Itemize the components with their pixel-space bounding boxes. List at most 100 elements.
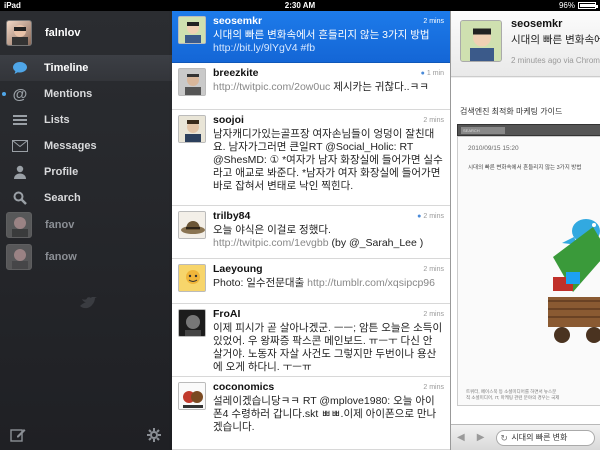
compose-icon[interactable] (10, 427, 26, 448)
avatar (178, 16, 206, 44)
avatar (178, 115, 206, 143)
webpage-date: 2010/09/15 15:20 (468, 145, 519, 152)
tweet-text: 설레이겠습니당ㅋㅋ RT @mplove1980: 오늘 아이폰4 수령하러 갑… (213, 395, 437, 433)
webpage-search-bar[interactable]: SEARCH (457, 124, 600, 136)
forward-arrow-icon[interactable]: ▶ (477, 432, 485, 443)
tweet-text: 이제 피시가 곧 살아나겠군. ㅡㅡ; 암튼 오늘은 소득이 있었어. 우 왕짜… (213, 322, 443, 373)
tweet-username[interactable]: soojoi (213, 114, 444, 127)
tweet-username[interactable]: Laeyoung (213, 263, 444, 276)
avatar (178, 264, 206, 292)
webpage-subtitle: 시대의 빠른 변화속에서 흔들리지 않는 3가지 방법 (468, 165, 582, 171)
sidebar-item-mentions[interactable]: @ Mentions (0, 81, 172, 107)
tweet-time: 2 mins (423, 18, 444, 25)
tweet-text: http://twitpic.com/2ow0uc 제시카는 귀찮다..ㅋㅋ (213, 81, 429, 93)
unread-dot (2, 92, 6, 96)
account-name: fanov (45, 219, 75, 231)
tweet-row[interactable]: 2 mins Laeyoung Photo: 일수전문대출 http://tum… (172, 259, 450, 304)
avatar (6, 244, 32, 270)
avatar (178, 309, 206, 337)
timeline-list[interactable]: 2 mins seosemkr 시대의 빠른 변화속에서 흔들리지 않는 3가지… (172, 11, 450, 450)
sidebar-item-label: Search (44, 192, 81, 204)
browser-toolbar: ◀ ▶ ↻ 시대의 빠른 변화 (451, 424, 600, 450)
webpage-title: 검색엔진 최적화 마케팅 가이드 (460, 107, 563, 116)
tweet-text: 남자캐디가있는골프장 여자손님들이 엉덩이 잘친대요. 남자가그러면 큰일RT … (213, 128, 443, 192)
account-switch-fanov[interactable]: fanov (0, 211, 172, 239)
tweet-link[interactable]: http://tumblr.com/xqsipcp96 (307, 277, 435, 289)
avatar (178, 68, 206, 96)
clock: 2:30 AM (284, 1, 316, 10)
reload-icon[interactable]: ↻ (500, 431, 508, 445)
bird-logo-icon (78, 296, 98, 311)
gear-icon[interactable] (146, 427, 162, 448)
tweet-username[interactable]: trilby84 (213, 210, 444, 223)
detail-text: 시대의 빠른 변화속에서 흔들리지 않는 3가지 방법 (511, 34, 600, 46)
tweet-username[interactable]: FroAI (213, 308, 444, 321)
sidebar-item-timeline[interactable]: Timeline (0, 55, 172, 81)
webpage-footer-text: 트위터, 페이스북 등 소셜미디어를 하면서 뉴스분 적 소셜미디어, IT, … (466, 389, 560, 400)
detail-timestamp: 2 minutes ago via Chrome (511, 56, 600, 65)
webpage-article: 2010/09/15 15:20 시대의 빠른 변화속에서 흔들리지 않는 3가… (457, 136, 600, 406)
tweet-username[interactable]: coconomics (213, 381, 444, 394)
sidebar-item-profile[interactable]: Profile (0, 159, 172, 185)
sidebar-nav: Timeline @ Mentions Lists Messages Profi… (0, 55, 172, 211)
tweet-text: Photo: 일수전문대출 http://tumblr.com/xqsipcp9… (213, 277, 435, 289)
avatar (178, 382, 206, 410)
sidebar-item-search[interactable]: Search (0, 185, 172, 211)
sidebar-item-lists[interactable]: Lists (0, 107, 172, 133)
sidebar-item-label: Mentions (44, 88, 93, 100)
list-icon (11, 111, 29, 129)
battery-percent: 96% (558, 1, 575, 10)
tweet-text: 오늘 야식은 이걸로 정했다. http://twitpic.com/1evgb… (213, 224, 424, 249)
tweet-link[interactable]: http://twitpic.com/2ow0uc (213, 81, 333, 93)
person-icon (11, 163, 29, 181)
tweet-time: 2 mins (423, 117, 444, 124)
webpage-search-label: SEARCH (461, 127, 505, 134)
tweet-username[interactable]: breezkite (213, 67, 444, 80)
account-switch-fanow[interactable]: fanow (0, 243, 172, 271)
url-field[interactable]: ↻ 시대의 빠른 변화 (496, 429, 595, 446)
detail-username[interactable]: seosemkr (511, 18, 562, 30)
tweet-text: 시대의 빠른 변화속에서 흔들리지 않는 3가지 방법 http://bit.l… (213, 29, 430, 54)
battery-area: 96% (558, 0, 598, 11)
tweet-time: 2 mins (423, 384, 444, 391)
tweet-link[interactable]: http://twitpic.com/1evgbb (213, 237, 329, 249)
sidebar-item-label: Messages (44, 140, 97, 152)
avatar (178, 211, 206, 239)
magnifier-icon (11, 189, 29, 207)
detail-pane: seosemkr 시대의 빠른 변화속에서 흔들리지 않는 3가지 방법 2 m… (450, 11, 600, 450)
sidebar-toolbar (0, 424, 172, 450)
sidebar-item-label: Timeline (44, 62, 89, 74)
envelope-icon (11, 137, 29, 155)
other-accounts: fanov fanow (0, 211, 172, 275)
tweet-time: ● 2 mins (417, 213, 444, 220)
tweet-row[interactable]: ● 2 mins trilby84 오늘 야식은 이걸로 정했다. http://… (172, 206, 450, 259)
detail-tweet-header: seosemkr 시대의 빠른 변화속에서 흔들리지 않는 3가지 방법 2 m… (451, 11, 600, 77)
tweet-row[interactable]: 2 mins coconomics 설레이겠습니당ㅋㅋ RT @mplove19… (172, 377, 450, 450)
speech-bubble-icon (11, 59, 29, 77)
tweet-row[interactable]: 2 mins seosemkr 시대의 빠른 변화속에서 흔들리지 않는 3가지… (172, 11, 450, 63)
tweet-row[interactable]: ● 1 min breezkite http://twitpic.com/2ow0… (172, 63, 450, 110)
sidebar-item-messages[interactable]: Messages (0, 133, 172, 159)
account-name: fanow (45, 251, 77, 263)
tweet-time: 2 mins (423, 266, 444, 273)
sidebar: falnlov Timeline @ Mentions Lists Messag… (0, 11, 172, 450)
at-sign-icon: @ (12, 85, 28, 103)
avatar (6, 20, 32, 46)
url-field-text: 시대의 빠른 변화 (511, 432, 568, 442)
tweet-row[interactable]: 2 mins FroAI 이제 피시가 곧 살아나겠군. ㅡㅡ; 암튼 오늘은 … (172, 304, 450, 377)
tweet-time: ● 1 min (420, 70, 444, 77)
article-illustration (548, 197, 600, 347)
tweet-username[interactable]: seosemkr (213, 15, 444, 28)
sidebar-item-label: Lists (44, 114, 70, 126)
account-name: falnlov (45, 27, 81, 39)
current-account[interactable]: falnlov (0, 11, 172, 55)
embedded-webpage[interactable]: 검색엔진 최적화 마케팅 가이드 SEARCH 2010/09/15 15:20… (451, 78, 600, 424)
status-bar: iPad 2:30 AM 96% (0, 0, 600, 11)
tweet-link[interactable]: http://bit.ly/9lYgV4 #fb (213, 42, 315, 54)
tweet-row[interactable]: 2 mins soojoi 남자캐디가있는골프장 여자손님들이 엉덩이 잘친대요… (172, 110, 450, 206)
tweet-time: 2 mins (423, 311, 444, 318)
sidebar-item-label: Profile (44, 166, 79, 178)
back-arrow-icon[interactable]: ◀ (457, 432, 465, 443)
battery-icon (578, 2, 598, 9)
avatar[interactable] (460, 20, 502, 62)
